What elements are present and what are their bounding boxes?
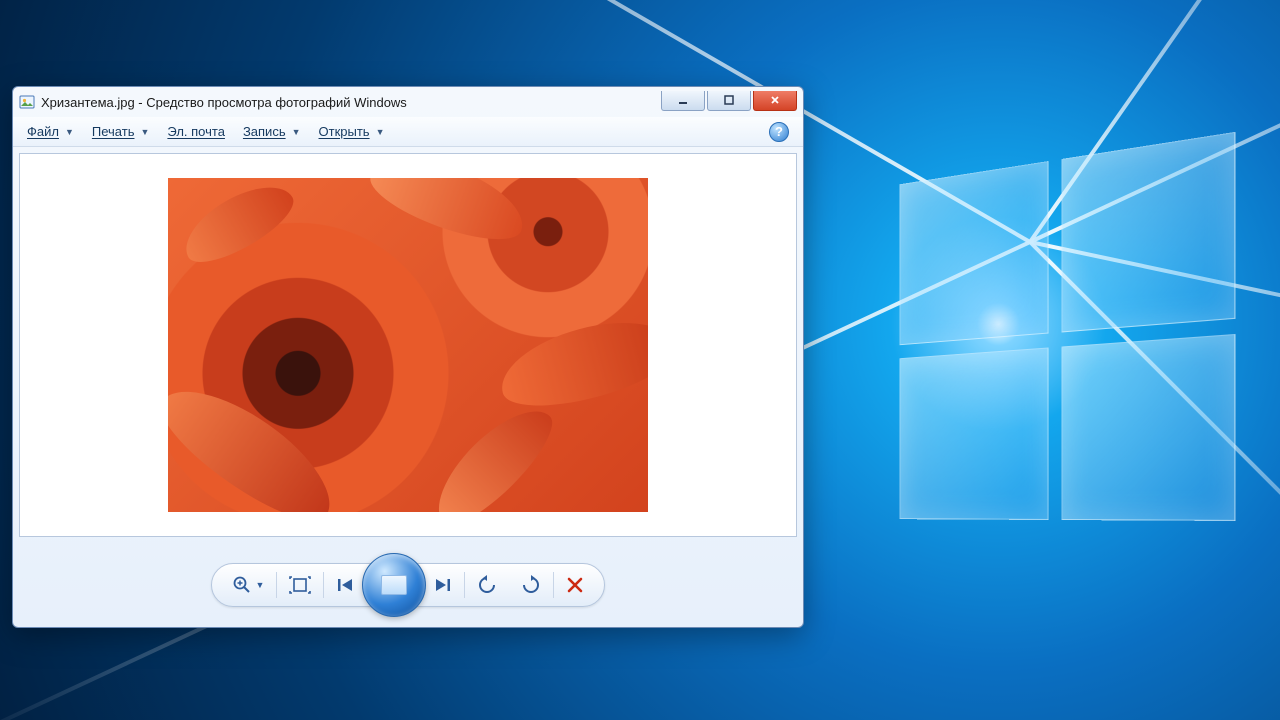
image-viewport[interactable]: [19, 153, 797, 537]
photo-viewer-app-icon: [19, 94, 35, 110]
menu-burn-label: Запись: [243, 124, 286, 139]
chevron-down-icon: ▼: [292, 127, 301, 137]
windows-logo-pane: [900, 347, 1049, 519]
slideshow-icon: [381, 575, 407, 595]
maximize-icon: [723, 94, 735, 106]
light-beam: [1028, 0, 1280, 243]
window-controls: [661, 91, 797, 111]
close-icon: [769, 94, 781, 106]
close-button[interactable]: [753, 91, 797, 111]
delete-button[interactable]: [554, 564, 596, 606]
window-title: Хризантема.jpg - Средство просмотра фото…: [41, 95, 655, 110]
windows-logo-pane: [1062, 132, 1236, 333]
light-beam: [1030, 240, 1280, 369]
menu-file-label: Файл: [27, 124, 59, 139]
help-button[interactable]: ?: [769, 122, 789, 142]
menu-email-label: Эл. почта: [167, 124, 225, 139]
chevron-down-icon: ▼: [140, 127, 149, 137]
chevron-down-icon: ▼: [65, 127, 74, 137]
menu-email[interactable]: Эл. почта: [167, 124, 225, 139]
light-beam: [1029, 241, 1280, 668]
menubar: Файл ▼ Печать ▼ Эл. почта Запись ▼ Открыть ▼…: [13, 117, 803, 147]
fit-to-window-button[interactable]: [277, 564, 323, 606]
rotate-cw-button[interactable]: [509, 564, 553, 606]
menu-print[interactable]: Печать ▼: [92, 124, 150, 139]
windows-logo: [900, 132, 1236, 521]
menu-burn[interactable]: Запись ▼: [243, 124, 301, 139]
zoom-button[interactable]: ▼: [220, 564, 277, 606]
rotate-cw-icon: [521, 575, 541, 595]
windows-logo-pane: [1062, 334, 1236, 521]
rotate-ccw-icon: [477, 575, 497, 595]
menu-print-label: Печать: [92, 124, 135, 139]
next-icon: [432, 577, 452, 593]
displayed-image: [168, 178, 648, 512]
menu-open[interactable]: Открыть ▼: [319, 124, 385, 139]
slideshow-button[interactable]: [362, 553, 426, 617]
windows-logo-pane: [900, 161, 1049, 345]
light-beam: [1029, 0, 1280, 244]
magnifier-plus-icon: [232, 575, 252, 595]
menu-file[interactable]: Файл ▼: [27, 124, 74, 139]
minimize-icon: [677, 94, 689, 106]
maximize-button[interactable]: [707, 91, 751, 111]
titlebar[interactable]: Хризантема.jpg - Средство просмотра фото…: [13, 87, 803, 117]
next-button[interactable]: [420, 564, 464, 606]
control-pill: ▼: [211, 563, 606, 607]
photo-viewer-window: Хризантема.jpg - Средство просмотра фото…: [12, 86, 804, 628]
delete-icon: [566, 576, 584, 594]
fit-icon: [289, 576, 311, 594]
chevron-down-icon: ▼: [376, 127, 385, 137]
control-bar: ▼: [13, 543, 803, 627]
minimize-button[interactable]: [661, 91, 705, 111]
rotate-ccw-button[interactable]: [465, 564, 509, 606]
menu-open-label: Открыть: [319, 124, 370, 139]
chevron-down-icon: ▼: [256, 580, 265, 590]
help-icon: ?: [775, 124, 783, 139]
previous-icon: [336, 577, 356, 593]
